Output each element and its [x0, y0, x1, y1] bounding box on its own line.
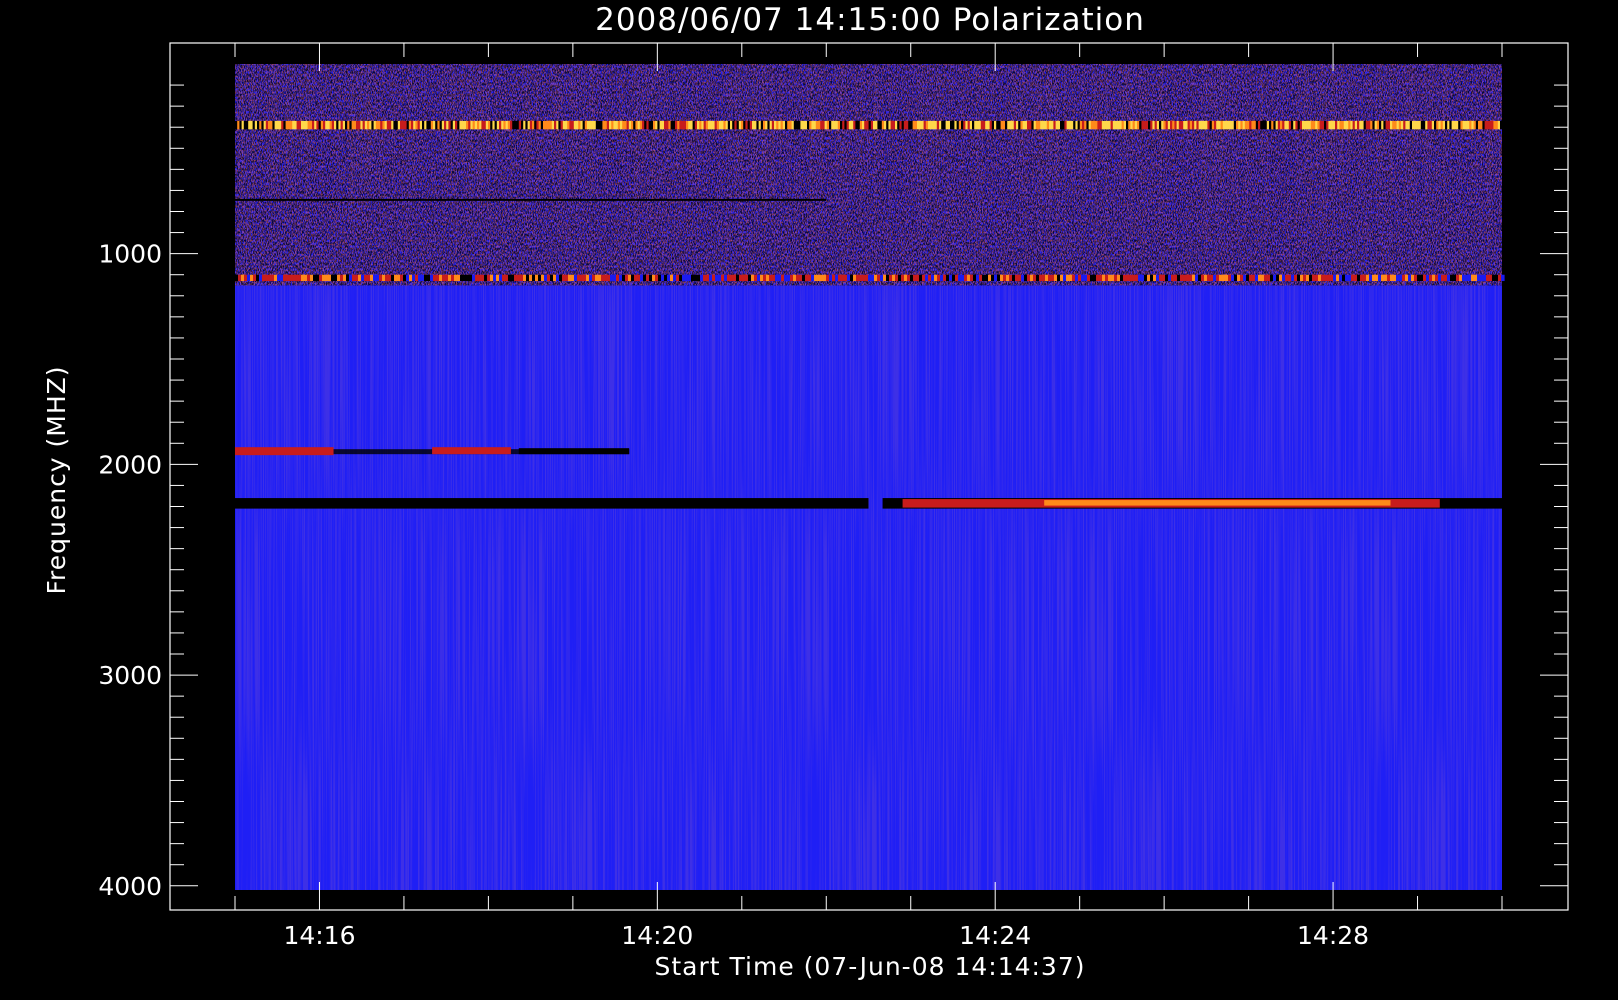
feature-red-dotted-line	[235, 274, 1505, 282]
feature-dark-band-2180	[235, 498, 869, 509]
y-tick-label: 4000	[98, 872, 162, 901]
y-axis-label: Frequency (MHZ)	[42, 365, 71, 594]
y-tick-label: 3000	[98, 661, 162, 690]
noise-red-speckle	[235, 64, 1502, 286]
x-tick-label: 14:16	[283, 921, 355, 950]
y-tick-label: 1000	[98, 240, 162, 269]
spectrogram-image	[235, 64, 1505, 890]
feature-bright-band	[235, 120, 1503, 130]
x-axis-label: Start Time (07-Jun-08 14:14:37)	[655, 952, 1086, 981]
y-tick-label: 2000	[98, 450, 162, 479]
x-tick-label: 14:28	[1297, 921, 1369, 950]
x-tick-label: 14:20	[621, 921, 693, 950]
x-tick-label: 14:24	[959, 921, 1031, 950]
chart-title: 2008/06/07 14:15:00 Polarization	[595, 2, 1145, 38]
feature-dark-line	[235, 198, 827, 201]
feature-polarized-burst-2190	[882, 498, 1502, 509]
polarization-spectrogram: 1000 2000 3000 4000 14:16 14:20 14:24 14:28 200…	[42, 2, 1569, 981]
